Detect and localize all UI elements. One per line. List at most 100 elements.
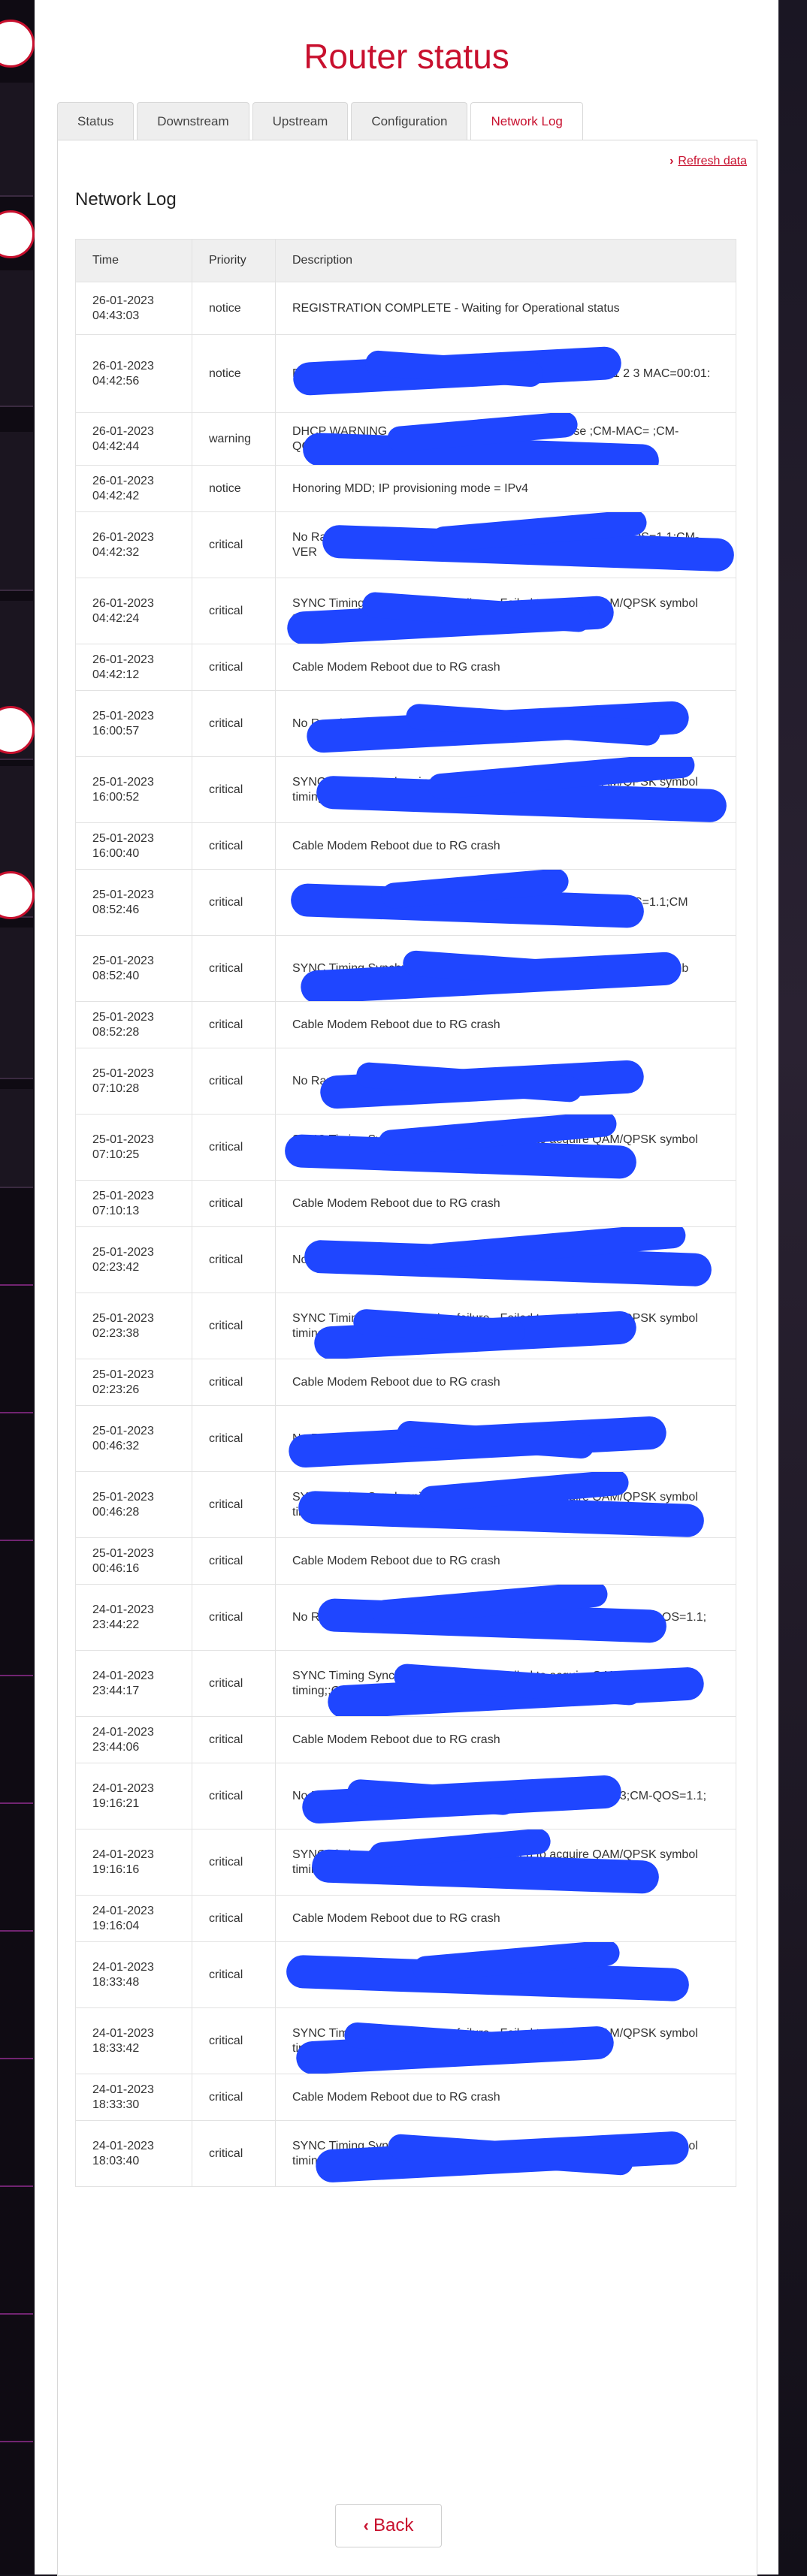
tab-configuration[interactable]: Configuration	[351, 102, 468, 140]
cell-priority: notice	[192, 282, 276, 335]
table-row: 25-01-202307:10:28criticalNo Ranging Res…	[75, 1048, 736, 1115]
cell-time: 25-01-2023 16:00:57	[75, 690, 192, 757]
back-label: Back	[373, 2515, 414, 2535]
cell-description-text: Cable Modem Reboot due to RG crash	[292, 1733, 500, 1746]
cell-description: No Ranging Response received - T3 time-o…	[275, 511, 736, 578]
chevron-left-icon: ‹	[363, 2516, 369, 2535]
cell-date-text: 25-01-2023	[92, 1546, 154, 1560]
cell-time-text: 08:52:40	[92, 969, 140, 982]
table-row: 25-01-2023 00:46:32 criticalNo Ranging Res…	[75, 1405, 736, 1472]
back-button[interactable]: ‹ Back	[335, 2504, 442, 2547]
cell-time: 24-01-2023 19:16:21	[75, 1763, 192, 1829]
background-tile	[0, 1089, 33, 1188]
cell-description: SYNC Timing Synchronization failure - Fa…	[275, 1114, 736, 1181]
cell-date-text: 24-01-2023	[92, 1669, 154, 1682]
cell-time-text: 19:16:16	[92, 1863, 140, 1876]
cell-date-text: 26-01-2023	[92, 474, 154, 487]
table-row: 25-01-2023 00:46:16 critical Cable Modem Re…	[75, 1537, 736, 1585]
table-row: 25-01-2023 07:10:13 critical Cable Modem Re…	[75, 1180, 736, 1227]
table-row: 26-01-202304:42:24criticalSYNC Timing Sy…	[75, 578, 736, 644]
cell-time-text: 18:33:30	[92, 2098, 140, 2111]
background-line	[0, 2185, 33, 2187]
cell-priority: critical	[192, 1405, 276, 1472]
cell-time-text: 18:33:42	[92, 2041, 140, 2055]
cell-time: 25-01-2023 02:23:38	[75, 1293, 192, 1359]
cell-priority: critical	[192, 1829, 276, 1896]
cell-time: 26-01-2023 04:42:42	[75, 465, 192, 512]
cell-time-text: 04:42:56	[92, 374, 140, 388]
cell-date-text: 26-01-2023	[92, 653, 154, 666]
cell-time: 24-01-2023 19:16:16	[75, 1829, 192, 1896]
tab-status[interactable]: Status	[57, 102, 134, 140]
cell-priority: critical	[192, 1584, 276, 1651]
background-line	[0, 1802, 33, 1804]
cell-priority: critical	[192, 1001, 276, 1048]
cell-time: 24-01-2023 18:33:30	[75, 2074, 192, 2121]
cell-priority: critical	[192, 1537, 276, 1585]
cell-description: Honoring MDD; IP provisioning mode = IPv…	[275, 465, 736, 512]
cell-description: No Ranging Response received - T3 time-o…	[275, 1048, 736, 1115]
table-row: 24-01-2023 18:03:40 criticalSYNC Timing Sy…	[75, 2120, 736, 2187]
cell-description: SYNC Timing Synchronization failure - Fa…	[275, 1829, 736, 1896]
cell-description: Cable Modem Reboot due to RG crash	[275, 644, 736, 691]
cell-priority: critical	[192, 935, 276, 1002]
cell-date-text: 25-01-2023	[92, 1245, 154, 1259]
cell-description: Cable Modem Reboot due to RG crash	[275, 1359, 736, 1406]
cell-date-text: 26-01-2023	[92, 294, 154, 307]
cell-date-text: 26-01-2023	[92, 596, 154, 610]
cell-time-text: 16:00:52	[92, 790, 140, 804]
cell-description: DHCP WARNING - Non-critical field invali…	[275, 412, 736, 466]
table-row: 26-01-202304:42:44warningDHCP WARNING - …	[75, 412, 736, 466]
cell-date-text: 24-01-2023	[92, 2083, 154, 2096]
refresh-data-label: Refresh data	[678, 155, 747, 167]
cell-time-text: 19:16:21	[92, 1796, 140, 1810]
cell-description-text: Cable Modem Reboot due to RG crash	[292, 1554, 500, 1567]
table-row: 25-01-2023 16:00:40 critical Cable Modem Re…	[75, 822, 736, 870]
table-row: 25-01-202302:23:42criticalNo Ranging Res…	[75, 1226, 736, 1293]
cell-time-text: 02:23:26	[92, 1383, 140, 1396]
cell-time: 25-01-2023 02:23:26	[75, 1359, 192, 1406]
cell-time: 24-01-2023 19:16:04	[75, 1895, 192, 1942]
cell-priority: critical	[192, 1716, 276, 1763]
table-row: 26-01-202304:42:56noticeDS profile as D;…	[75, 334, 736, 413]
cell-date-text: 26-01-2023	[92, 359, 154, 373]
cell-description: No Ranging Response received - T3 time-o…	[275, 1584, 736, 1651]
cell-priority: critical	[192, 578, 276, 644]
cell-description: Cable Modem Reboot due to RG crash	[275, 1180, 736, 1227]
cell-time-text: 04:42:24	[92, 611, 140, 625]
cell-date-text: 24-01-2023	[92, 1848, 154, 1861]
cell-date-text: 24-01-2023	[92, 1781, 154, 1795]
cell-time: 24-01-2023 23:44:22	[75, 1584, 192, 1651]
column-header-priority: Priority	[192, 239, 276, 282]
cell-time: 24-01-2023 23:44:06	[75, 1716, 192, 1763]
cell-priority: critical	[192, 1941, 276, 2008]
cell-time: 25-01-2023 08:52:46	[75, 869, 192, 936]
cell-date-text: 26-01-2023	[92, 530, 154, 544]
cell-date-text: 25-01-2023	[92, 1189, 154, 1202]
cell-time-text: 07:10:13	[92, 1204, 140, 1217]
cell-description: SYNC Timing Synchronization failure - Fa…	[275, 935, 736, 1002]
tab-downstream[interactable]: Downstream	[137, 102, 249, 140]
column-header-description: Description	[275, 239, 736, 282]
tab-upstream[interactable]: Upstream	[252, 102, 349, 140]
tab-bar: Status Downstream Upstream Configuration Net…	[57, 102, 583, 141]
cell-date-text: 25-01-2023	[92, 709, 154, 722]
table-row: 26-01-2023 04:42:42 notice Honoring MDD; IP…	[75, 465, 736, 512]
table-row: 25-01-2023 16:00:57 criticalNo Ranging Res…	[75, 690, 736, 757]
background-line	[0, 2313, 33, 2315]
cell-time: 26-01-2023 04:42:44	[75, 412, 192, 466]
refresh-data-link[interactable]: › Refresh data	[642, 155, 747, 168]
cell-time: 25-01-2023 07:10:13	[75, 1180, 192, 1227]
background-right	[777, 0, 807, 2574]
cell-description: SYNC Timing Synchronization failure - Fa…	[275, 1650, 736, 1717]
cell-priority: critical	[192, 511, 276, 578]
cell-description-text: Cable Modem Reboot due to RG crash	[292, 839, 500, 852]
cell-priority: critical	[192, 1895, 276, 1942]
cell-priority: notice	[192, 465, 276, 512]
table-row: 26-01-202304:42:32criticalNo Ranging Res…	[75, 511, 736, 578]
cell-date-text: 25-01-2023	[92, 1490, 154, 1504]
tab-network-log[interactable]: Network Log	[470, 102, 583, 141]
cell-time-text: 23:44:22	[92, 1618, 140, 1631]
cell-time: 26-01-2023 04:42:56	[75, 334, 192, 413]
background-line	[0, 1284, 33, 1286]
